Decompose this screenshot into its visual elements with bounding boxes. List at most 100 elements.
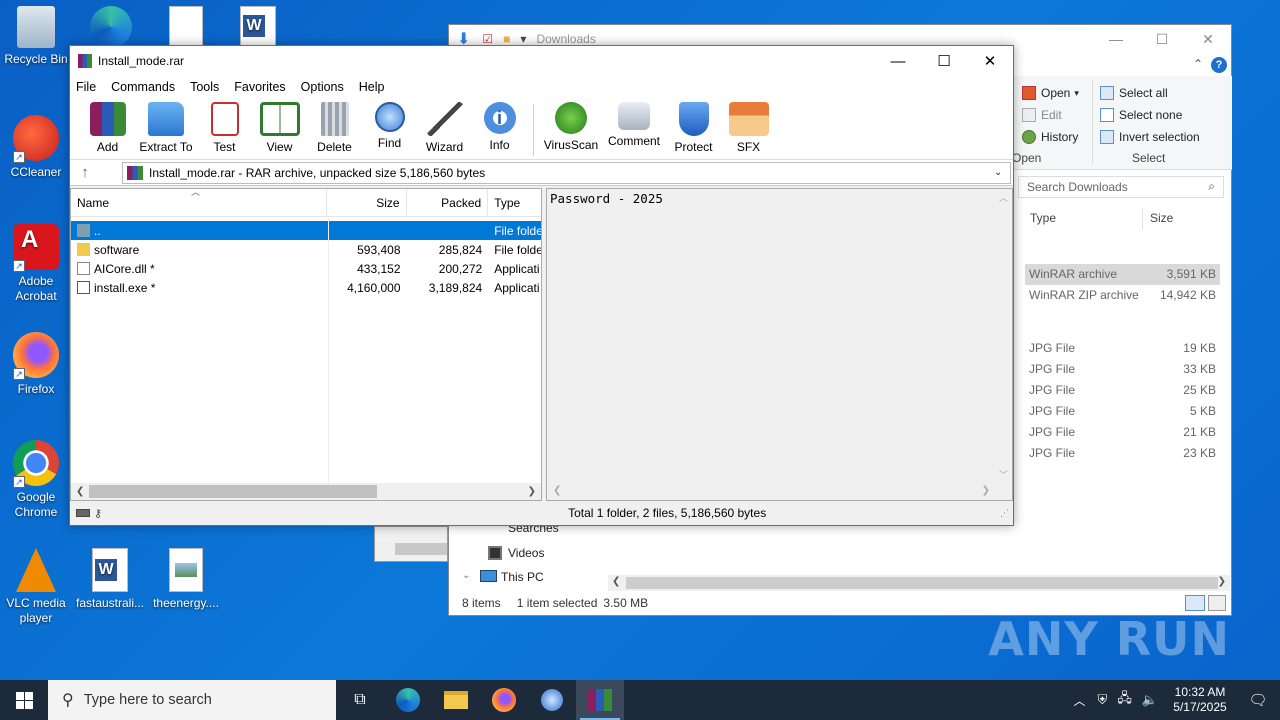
close-button[interactable]: ✕ [967, 46, 1013, 76]
menu-tools[interactable]: Tools [190, 80, 219, 94]
minimize-button[interactable]: — [1093, 25, 1139, 53]
winrar-titlebar[interactable]: Install_mode.rar [70, 46, 1013, 76]
ribbon-invert-selection[interactable]: Invert selection [1100, 126, 1200, 148]
menu-favorites[interactable]: Favorites [234, 80, 285, 94]
info-button[interactable]: i Info [472, 102, 527, 152]
scroll-right-arrow[interactable]: ❯ [1218, 576, 1226, 587]
chevron-down-icon[interactable]: ▾ [520, 32, 526, 46]
scroll-left-arrow[interactable]: ❮ [553, 485, 561, 496]
view-button[interactable]: View [252, 102, 307, 154]
sfx-button[interactable]: SFX [721, 102, 776, 154]
column-header-packed[interactable]: Packed [407, 188, 489, 217]
column-header-name[interactable]: Name ︿ [71, 187, 327, 217]
maximize-button[interactable]: ☐ [921, 46, 967, 76]
scroll-up-arrow[interactable]: ︿ [999, 191, 1008, 204]
explorer-file-row[interactable]: JPG File 21 KB [1025, 422, 1220, 443]
add-button[interactable]: Add [80, 102, 135, 154]
menu-help[interactable]: Help [359, 80, 385, 94]
virusscan-button[interactable]: VirusScan [540, 102, 602, 152]
column-header-type[interactable]: Type [488, 189, 541, 217]
file-list[interactable]: Name ︿ Size Packed Type .. File folde so… [70, 187, 542, 501]
scroll-right-arrow[interactable]: ❯ [982, 485, 990, 496]
scroll-thumb[interactable] [626, 577, 1218, 589]
taskbar-winrar[interactable] [576, 680, 624, 720]
large-icons-view-icon[interactable] [1208, 595, 1226, 611]
expand-chevron-icon[interactable]: ⌄ [462, 570, 470, 581]
close-button[interactable]: ✕ [1185, 25, 1231, 53]
taskbar-app-blue[interactable] [528, 680, 576, 720]
network-icon[interactable]: 🖧 [1117, 689, 1132, 711]
scroll-right-arrow[interactable]: ❯ [528, 486, 536, 497]
notifications-icon[interactable]: 🗨 [1236, 691, 1280, 709]
taskbar-file-explorer[interactable] [432, 680, 480, 720]
ribbon-select-all[interactable]: Select all [1100, 82, 1200, 104]
comment-hscroll[interactable]: ❮ ❯ [547, 483, 1012, 500]
ribbon-history-button[interactable]: History [1022, 126, 1079, 148]
taskbar-edge[interactable] [384, 680, 432, 720]
explorer-file-row[interactable]: WinRAR archive 3,591 KB [1025, 264, 1220, 285]
search-downloads-input[interactable]: Search Downloads ⌕ [1018, 176, 1224, 198]
desktop-icon-chrome[interactable]: ↗ Google Chrome [0, 440, 72, 520]
file-list-hscroll[interactable]: ❮ ❯ [71, 483, 541, 500]
scroll-down-arrow[interactable]: ﹀ [999, 468, 1008, 481]
file-row-parent[interactable]: .. File folde [71, 221, 541, 240]
scroll-left-arrow[interactable]: ❮ [612, 576, 620, 587]
clock[interactable]: 10:32 AM 5/17/2025 [1164, 685, 1236, 715]
explorer-file-row[interactable]: WinRAR ZIP archive 14,942 KB [1025, 285, 1220, 306]
desktop-icon-firefox[interactable]: ↗ Firefox [0, 332, 72, 397]
ribbon-edit-button[interactable]: Edit [1022, 104, 1079, 126]
taskbar-firefox[interactable] [480, 680, 528, 720]
desktop-icon-theenergy[interactable]: theenergy.... [150, 548, 222, 611]
scroll-thumb[interactable] [89, 485, 377, 498]
volume-icon[interactable]: 🔈 [1142, 692, 1158, 708]
desktop-icon-acrobat[interactable]: A ↗ Adobe Acrobat [0, 224, 72, 304]
up-arrow-icon[interactable]: ↑ [70, 164, 100, 181]
file-row-software[interactable]: software 593,408 285,824 File folde [71, 240, 541, 259]
nav-videos[interactable]: Videos [508, 546, 544, 560]
protect-button[interactable]: Protect [666, 102, 721, 154]
column-header-size[interactable]: Size [1150, 211, 1173, 225]
explorer-hscroll[interactable]: ❮ ❯ [608, 575, 1230, 591]
help-icon[interactable]: ? [1211, 57, 1227, 73]
start-button[interactable] [0, 680, 48, 720]
menu-options[interactable]: Options [301, 80, 344, 94]
extract-to-button[interactable]: Extract To [135, 102, 197, 154]
wizard-button[interactable]: Wizard [417, 102, 472, 154]
ribbon-collapse-icon[interactable]: ⌃ [1193, 57, 1203, 71]
details-view-icon[interactable] [1185, 595, 1205, 611]
resize-grip-icon[interactable]: ⋰ [1000, 508, 1009, 519]
comment-vscroll[interactable]: ︿ ﹀ [995, 189, 1012, 483]
file-row-aicore[interactable]: AICore.dll * 433,152 200,272 Applicati [71, 259, 541, 278]
explorer-file-row[interactable]: JPG File 5 KB [1025, 401, 1220, 422]
ribbon-open-button[interactable]: Open ▾ [1022, 82, 1079, 104]
chevron-down-icon[interactable]: ⌄ [994, 167, 1010, 178]
path-field[interactable]: Install_mode.rar - RAR archive, unpacked… [122, 161, 1011, 184]
desktop-icon-recycle-bin[interactable]: Recycle Bin [0, 6, 72, 67]
task-view-button[interactable]: ⧉ [336, 680, 384, 720]
explorer-file-row[interactable]: JPG File 19 KB [1025, 338, 1220, 359]
maximize-button[interactable]: ☐ [1139, 25, 1185, 53]
desktop-icon-fastaustrali[interactable]: W fastaustrali... [74, 548, 146, 611]
column-header-size[interactable]: Size [327, 188, 407, 217]
properties-icon[interactable]: ☑ [482, 32, 493, 46]
desktop-icon-vlc[interactable]: VLC media player [0, 548, 72, 626]
delete-button[interactable]: Delete [307, 102, 362, 154]
comment-pane[interactable]: Password - 2025 ︿ ﹀ ❮ ❯ [546, 188, 1013, 501]
menu-file[interactable]: File [76, 80, 96, 94]
winrar-window[interactable]: Install_mode.rar — ☐ ✕ File Commands Too… [69, 45, 1014, 526]
column-header-type[interactable]: Type [1030, 211, 1056, 225]
security-icon[interactable]: ⛨ [1098, 692, 1108, 708]
explorer-file-row[interactable]: JPG File 33 KB [1025, 359, 1220, 380]
comment-button[interactable]: Comment [602, 102, 666, 148]
taskbar-search[interactable]: ⚲ Type here to search [48, 680, 336, 720]
desktop-icon-ccleaner[interactable]: ↗ CCleaner [0, 115, 72, 180]
scroll-left-arrow[interactable]: ❮ [76, 486, 84, 497]
find-button[interactable]: Find [362, 102, 417, 150]
show-hidden-icons-icon[interactable]: ︿ [1074, 692, 1086, 709]
explorer-file-row[interactable]: JPG File 25 KB [1025, 380, 1220, 401]
minimize-button[interactable]: — [875, 46, 921, 76]
nav-this-pc[interactable]: This PC [501, 570, 544, 584]
file-row-install[interactable]: install.exe * 4,160,000 3,189,824 Applic… [71, 278, 541, 297]
menu-commands[interactable]: Commands [111, 80, 175, 94]
explorer-file-row[interactable]: JPG File 23 KB [1025, 443, 1220, 464]
